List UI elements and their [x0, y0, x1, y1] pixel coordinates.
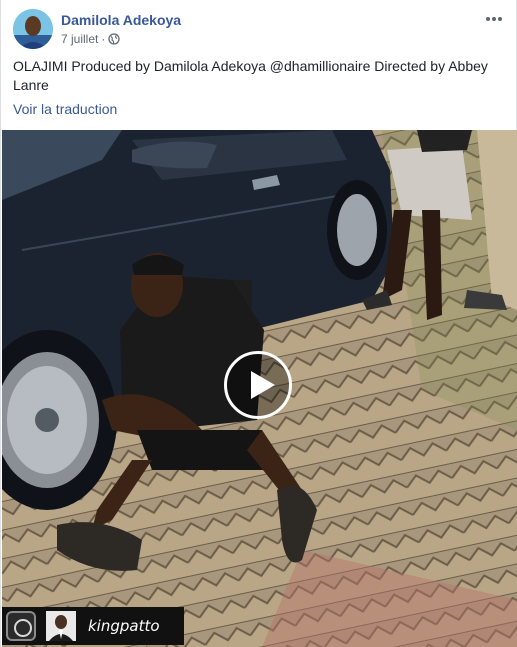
author-avatar[interactable] — [13, 9, 53, 49]
post-meta: 7 juillet · — [61, 32, 121, 46]
play-icon[interactable] — [224, 351, 292, 419]
post-date[interactable]: 7 juillet — [61, 32, 98, 46]
author-name[interactable]: Damilola Adekoya — [61, 12, 181, 28]
globe-icon[interactable] — [108, 33, 121, 45]
watermark-avatar — [46, 611, 76, 641]
video-player[interactable]: kingpatto — [2, 130, 517, 647]
camera-logo-icon — [6, 611, 36, 641]
video-watermark: kingpatto — [2, 607, 184, 645]
more-options-icon[interactable] — [484, 11, 504, 27]
meta-separator: · — [101, 32, 106, 46]
watermark-username: kingpatto — [88, 617, 160, 635]
facebook-post-card: Damilola Adekoya 7 juillet · OLAJIMI Pro… — [0, 0, 517, 647]
see-translation-link[interactable]: Voir la traduction — [13, 101, 117, 117]
post-text: OLAJIMI Produced by Damilola Adekoya @dh… — [13, 58, 488, 93]
post-header: Damilola Adekoya 7 juillet · — [13, 9, 504, 51]
